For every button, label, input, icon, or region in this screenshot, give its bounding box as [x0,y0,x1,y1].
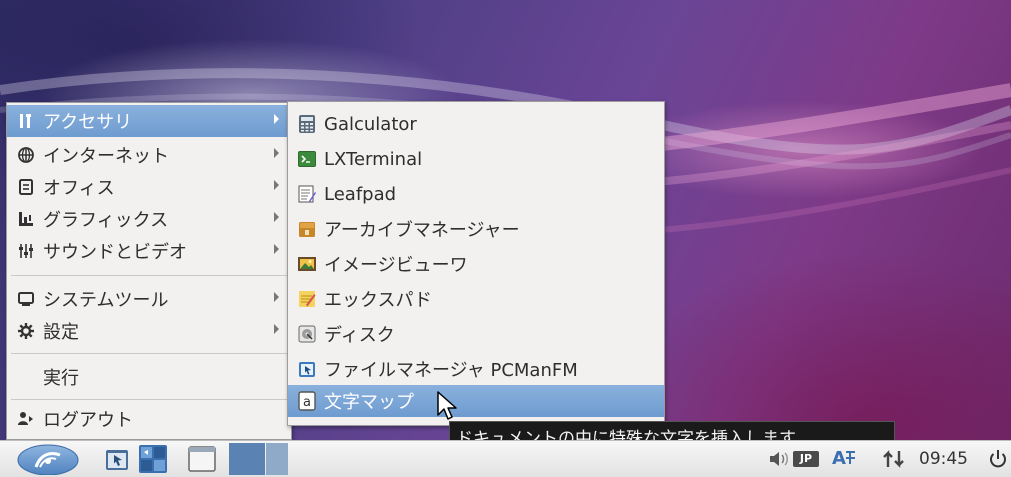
desktop-pager-icon[interactable] [137,443,169,475]
menu-separator [11,353,287,354]
menu-item-internet[interactable]: インターネット [7,139,291,171]
menu-item-label: ファイルマネージャ PCManFM [324,360,578,381]
image-viewer-icon [296,253,318,275]
menu-item-office[interactable]: オフィス [7,171,291,203]
menu-item-lxterminal[interactable]: LXTerminal [288,143,664,175]
accessories-icon [15,110,37,132]
volume-icon[interactable] [768,443,790,475]
menu-item-character-map[interactable]: a 文字マップ [288,385,664,417]
menu-item-galculator[interactable]: Galculator [288,108,664,140]
menu-item-label: サウンドとビデオ [43,242,187,263]
menu-item-label: エックスパド [324,290,432,311]
menu-item-accessories[interactable]: アクセサリ [7,105,291,137]
svg-text:a: a [303,395,311,410]
document-icon [15,176,37,198]
submenu-arrow-icon [274,148,279,158]
menu-item-system-tools[interactable]: システムツール [7,283,291,315]
submenu-arrow-icon [274,212,279,222]
terminal-icon [296,148,318,170]
menu-item-label: ログアウト [43,410,133,431]
submenu-arrow-icon [274,180,279,190]
menu-separator [11,399,287,400]
keyboard-layout-indicator[interactable]: JP [793,451,819,467]
svg-text:A: A [832,448,846,469]
menu-item-label: グラフィックス [43,210,169,231]
menu-item-run[interactable]: 実行 [7,361,291,393]
menu-item-label: 文字マップ [324,392,414,413]
menu-item-label: アクセサリ [43,112,133,133]
menu-item-label: Galculator [324,113,417,135]
menu-item-leafpad[interactable]: Leafpad [288,178,664,210]
menu-item-label: 実行 [43,368,79,389]
taskbar-panel: JP A 09:45 [0,440,1011,477]
workspace-2-button[interactable] [266,443,288,475]
calculator-icon [296,113,318,135]
clock[interactable]: 09:45 [919,441,968,477]
logout-icon [15,408,37,430]
start-menu-button[interactable] [16,443,80,475]
monitor-icon [15,288,37,310]
menu-item-file-manager[interactable]: ファイルマネージャ PCManFM [288,353,664,385]
graphics-icon [15,208,37,230]
menu-item-image-viewer[interactable]: イメージビューワ [288,248,664,280]
menu-item-graphics[interactable]: グラフィックス [7,203,291,235]
submenu-arrow-icon [274,292,279,302]
character-map-icon: a [296,390,318,412]
sound-video-icon [15,240,37,262]
menu-item-disks[interactable]: ディスク [288,318,664,350]
text-editor-icon [296,183,318,205]
disk-icon [296,323,318,345]
menu-item-label: LXTerminal [324,148,423,170]
archive-icon [296,218,318,240]
menu-item-settings[interactable]: 設定 [7,315,291,347]
file-manager-launcher-icon[interactable] [103,443,131,475]
menu-item-logout[interactable]: ログアウト [7,403,291,435]
menu-item-label: オフィス [43,178,115,199]
menu-separator [11,275,287,276]
accessories-submenu: Galculator LXTerminal Leafpad アーカイブマネージャ… [287,101,665,426]
menu-item-label: システムツール [43,290,169,311]
gear-icon [15,320,37,342]
power-icon[interactable] [986,443,1010,475]
file-manager-icon [296,358,318,380]
menu-item-label: Leafpad [324,183,397,205]
workspace-1-button[interactable] [229,443,265,475]
xpad-icon [296,288,318,310]
applications-menu: アクセサリ インターネット オフィス グラフィックス サウンドとビデオ システム… [6,102,292,440]
menu-item-label: イメージビューワ [324,255,468,276]
menu-item-label: ディスク [324,325,395,346]
submenu-arrow-icon [274,114,279,124]
network-arrows-icon[interactable] [881,443,907,475]
submenu-arrow-icon [274,324,279,334]
menu-item-sound-video[interactable]: サウンドとビデオ [7,235,291,267]
menu-item-archive-manager[interactable]: アーカイブマネージャー [288,213,664,245]
menu-item-xpad[interactable]: エックスパド [288,283,664,315]
menu-item-label: アーカイブマネージャー [324,220,520,241]
submenu-arrow-icon [274,244,279,254]
globe-icon [15,144,37,166]
menu-item-label: インターネット [43,146,169,167]
input-method-icon[interactable]: A [829,443,859,475]
menu-item-label: 設定 [43,322,79,343]
show-desktop-icon[interactable] [186,443,218,475]
